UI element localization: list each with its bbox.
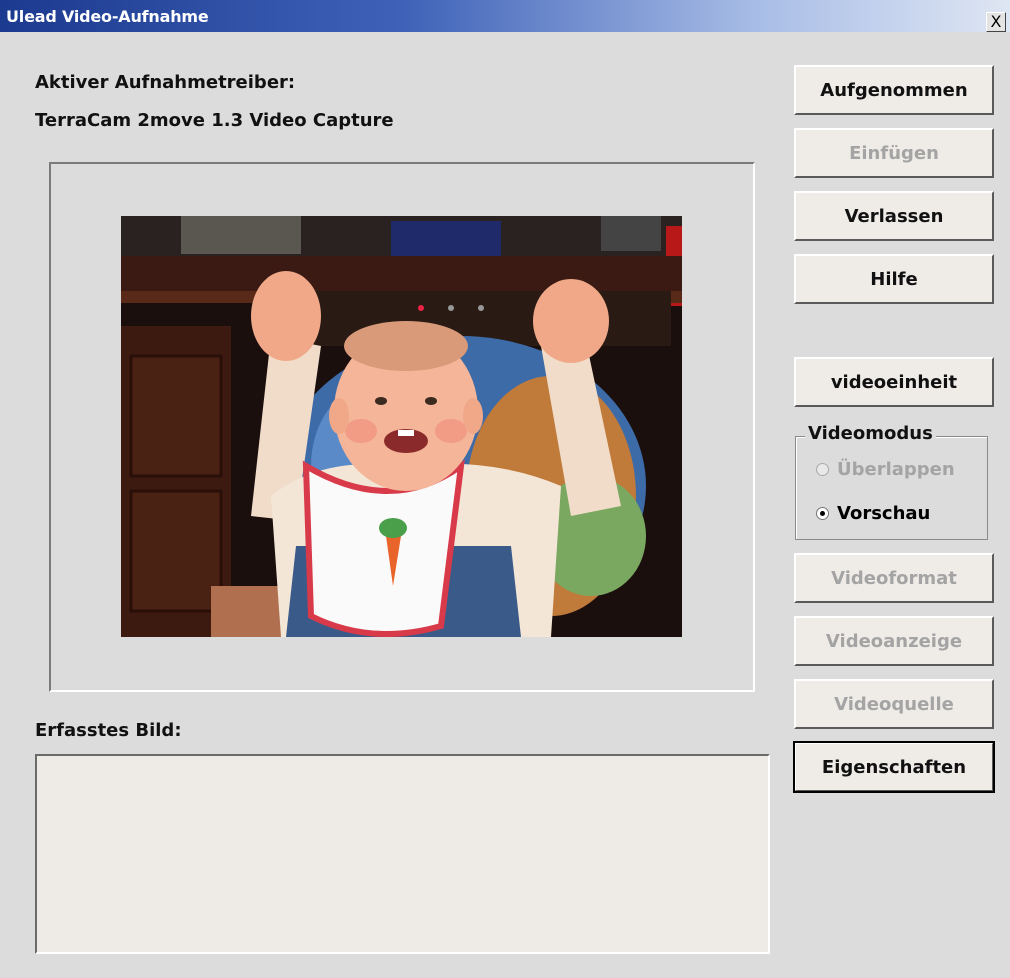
close-button[interactable]: X bbox=[986, 12, 1006, 32]
title-bar: Ulead Video-Aufnahme X bbox=[0, 0, 1010, 32]
aufgenommen-button[interactable]: Aufgenommen bbox=[794, 65, 994, 115]
video-preview-image bbox=[121, 216, 682, 637]
videoanzeige-button[interactable]: Videoanzeige bbox=[794, 616, 994, 666]
eigenschaften-button[interactable]: Eigenschaften bbox=[793, 741, 995, 793]
radio-ueberlappen[interactable]: Überlappen bbox=[816, 459, 955, 480]
videoquelle-button[interactable]: Videoquelle bbox=[794, 679, 994, 729]
captured-image-area bbox=[35, 754, 770, 954]
window-title: Ulead Video-Aufnahme bbox=[6, 7, 209, 26]
verlassen-button[interactable]: Verlassen bbox=[794, 191, 994, 241]
radio-vorschau-label: Vorschau bbox=[837, 503, 931, 524]
radio-vorschau[interactable]: Vorschau bbox=[816, 503, 930, 524]
radio-button-icon bbox=[816, 463, 829, 476]
videomodus-legend: Videomodus bbox=[805, 423, 936, 444]
driver-name: TerraCam 2move 1.3 Video Capture bbox=[35, 110, 394, 131]
videoformat-button[interactable]: Videoformat bbox=[794, 553, 994, 603]
videoeinheit-button[interactable]: videoeinheit bbox=[794, 357, 994, 407]
hilfe-button[interactable]: Hilfe bbox=[794, 254, 994, 304]
videomodus-group: Videomodus Überlappen Vorschau bbox=[795, 423, 988, 540]
einfuegen-button[interactable]: Einfügen bbox=[794, 128, 994, 178]
radio-ueberlappen-label: Überlappen bbox=[837, 459, 955, 480]
close-icon: X bbox=[990, 12, 1002, 31]
captured-image-label: Erfasstes Bild: bbox=[35, 720, 182, 741]
radio-button-checked-icon bbox=[816, 507, 829, 520]
driver-label: Aktiver Aufnahmetreiber: bbox=[35, 72, 296, 93]
